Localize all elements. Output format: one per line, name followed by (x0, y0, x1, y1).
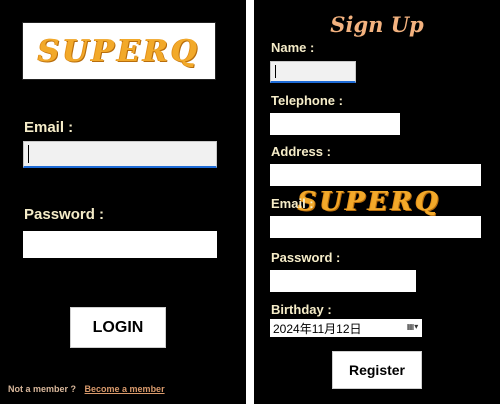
text-caret (28, 145, 29, 163)
address-input[interactable] (270, 164, 481, 186)
telephone-input[interactable] (270, 113, 400, 135)
email-label: Email : (24, 119, 74, 136)
signup-password-label: Password : (271, 250, 341, 265)
birthday-value: 2024年11月12日 (273, 321, 362, 336)
signup-email-label: Email : (271, 196, 314, 211)
address-label: Address : (271, 144, 331, 159)
register-button[interactable]: Register (332, 351, 422, 389)
text-caret (275, 65, 276, 78)
login-panel: SUPERQ Email : Password : LOGIN Not a me… (0, 0, 246, 404)
name-input[interactable] (270, 61, 356, 83)
birthday-date-picker[interactable]: 2024年11月12日 ▦▾ (270, 319, 422, 337)
signup-password-input[interactable] (270, 270, 416, 292)
footer: Not a member ? Become a member (8, 384, 165, 394)
telephone-label: Telephone : (271, 93, 343, 108)
login-password-input[interactable] (23, 231, 217, 258)
login-button[interactable]: LOGIN (70, 307, 166, 348)
password-label: Password : (24, 206, 105, 223)
calendar-icon[interactable]: ▦▾ (406, 322, 419, 332)
superq-watermark-logo: SUPERQ (298, 187, 442, 217)
signup-title: Sign Up (330, 12, 424, 37)
name-label: Name : (271, 40, 315, 55)
signup-panel: Sign Up Name : Telephone : Address : SUP… (254, 0, 500, 404)
signup-email-input[interactable] (270, 216, 481, 238)
birthday-label: Birthday : (271, 302, 332, 317)
superq-logo: SUPERQ (22, 22, 216, 80)
logo-text: SUPERQ (37, 33, 201, 69)
become-member-link[interactable]: Become a member (85, 384, 165, 394)
not-member-text: Not a member ? (8, 384, 77, 394)
login-email-input[interactable] (23, 141, 217, 168)
